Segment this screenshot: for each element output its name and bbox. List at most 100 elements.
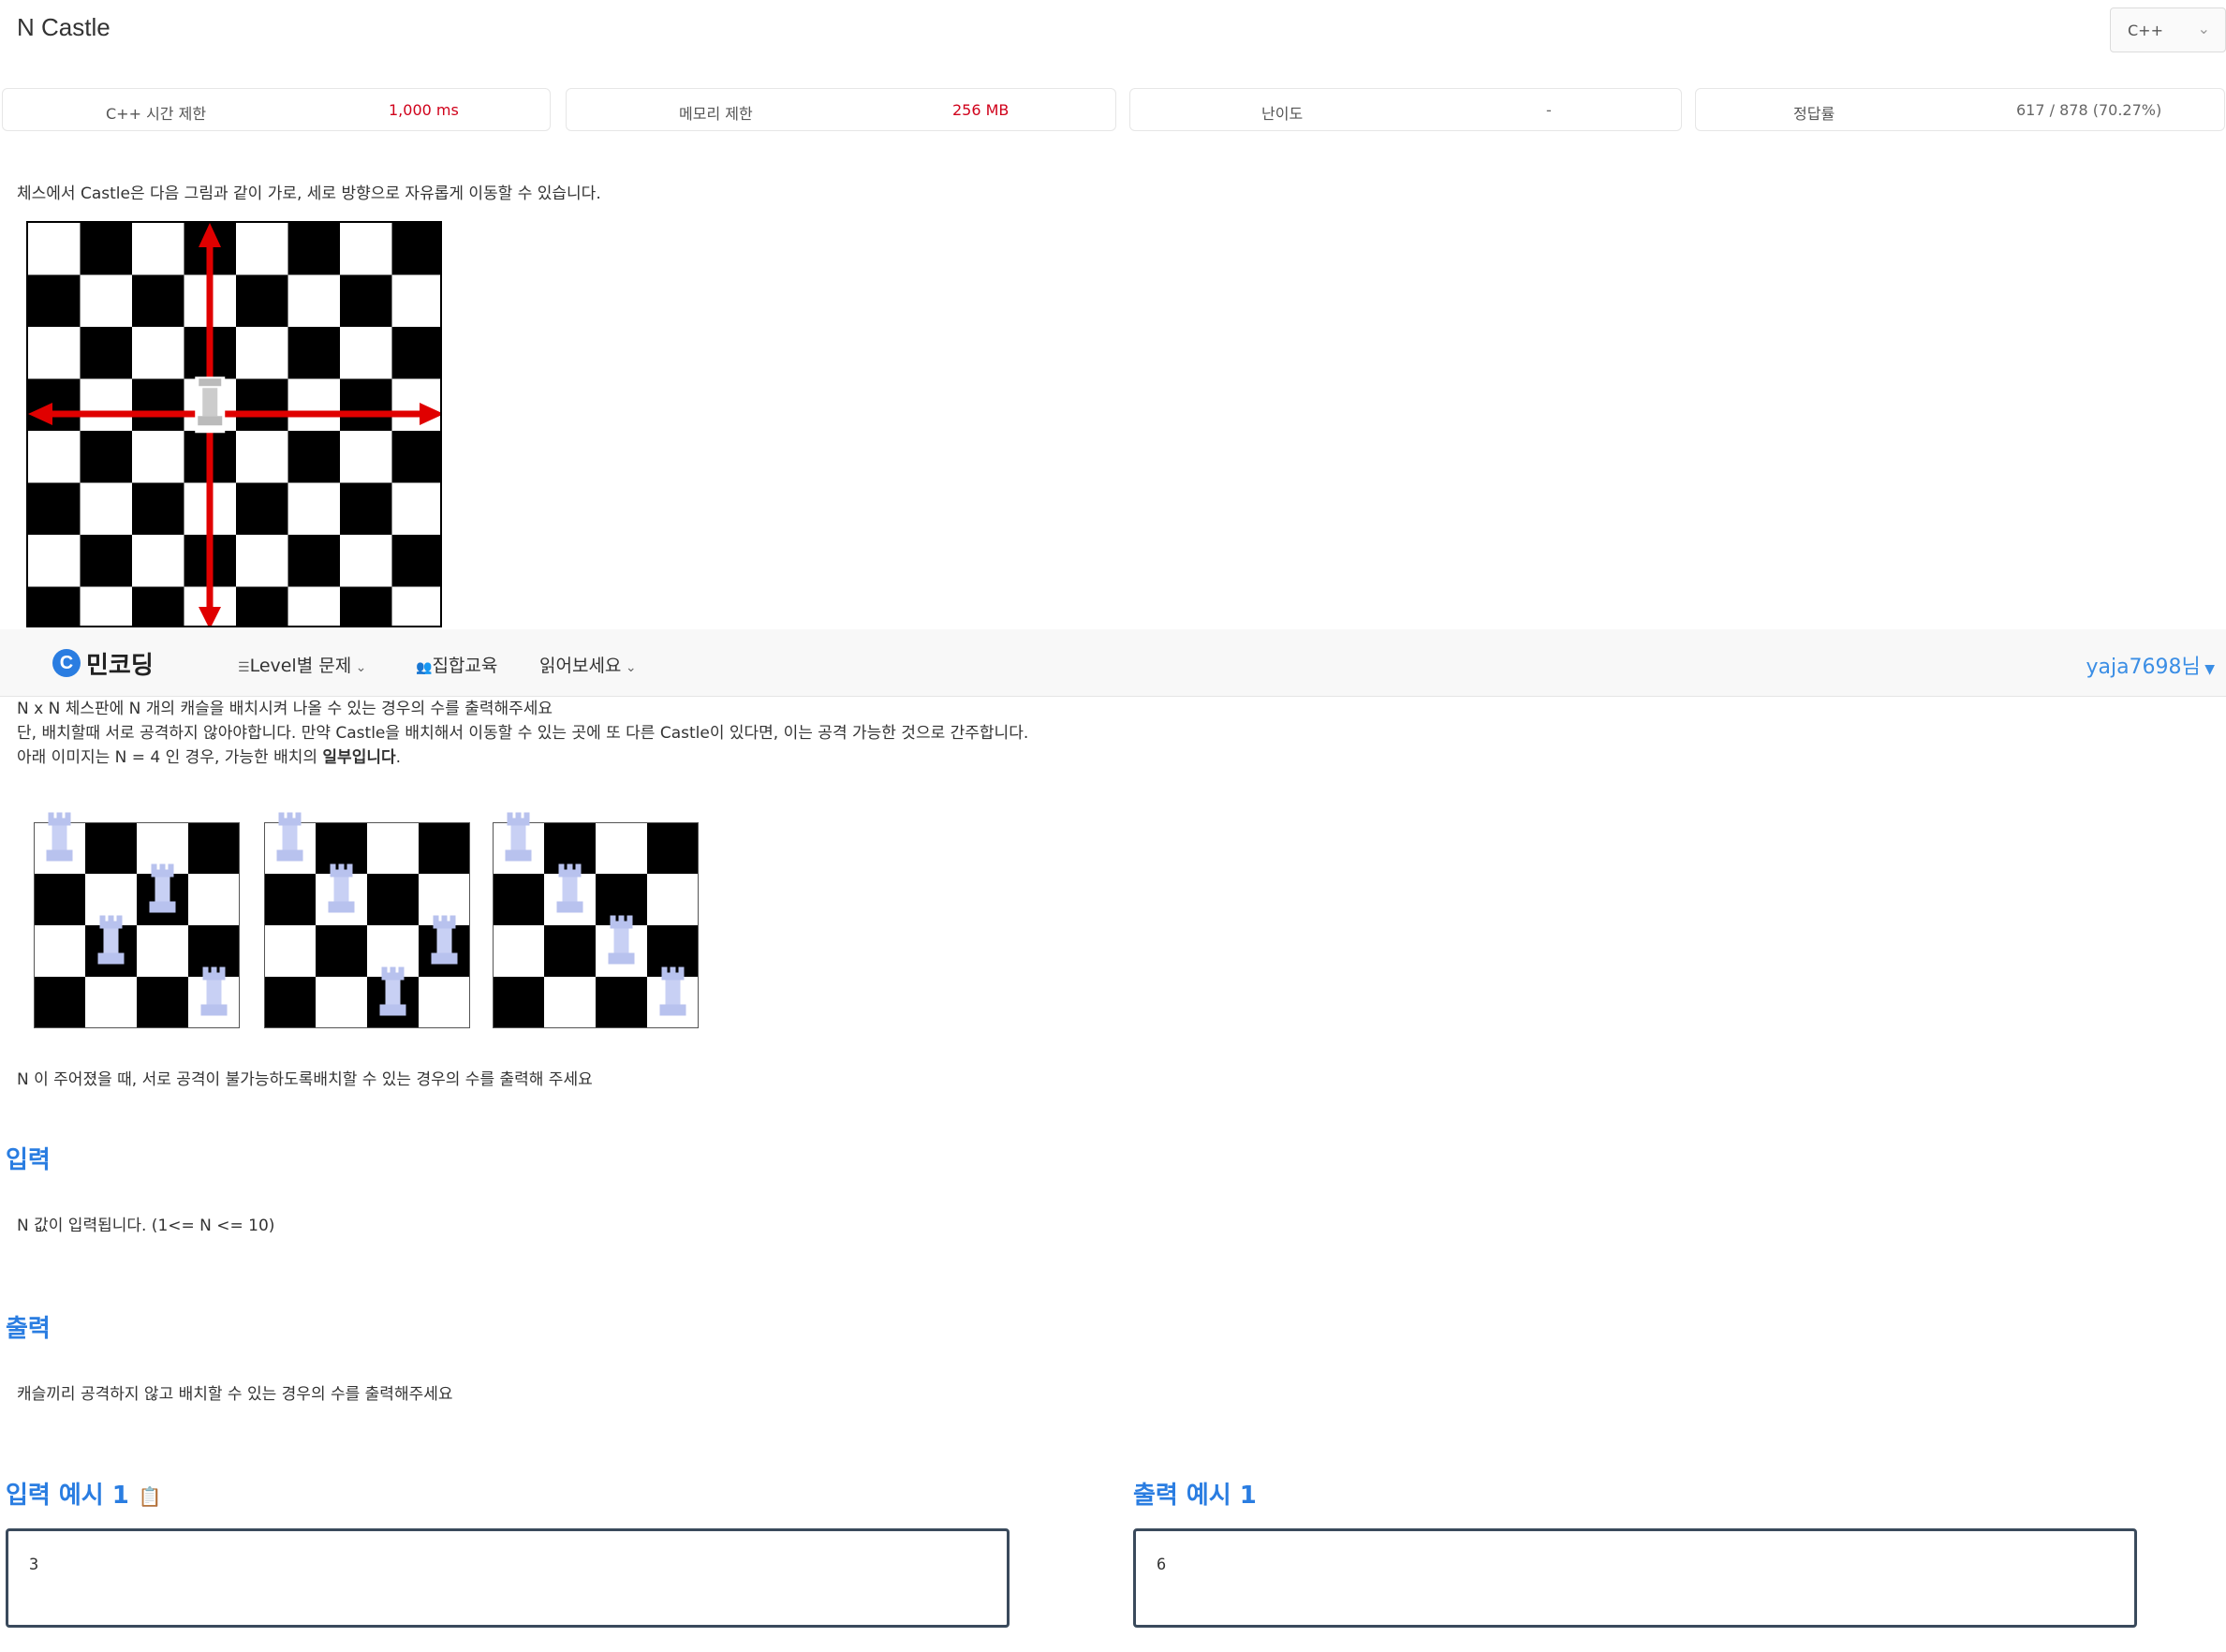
stat-value: 256 MB bbox=[952, 101, 1010, 119]
placement-example-2 bbox=[264, 812, 474, 1032]
board-square bbox=[80, 378, 133, 432]
board-square bbox=[34, 874, 85, 925]
board-square bbox=[236, 327, 288, 379]
board-square bbox=[132, 327, 184, 379]
nav-label: Level별 문제 bbox=[249, 656, 352, 676]
board-square bbox=[28, 378, 81, 432]
problem-line-3-suffix: . bbox=[395, 748, 402, 767]
board-square bbox=[287, 586, 341, 626]
stat-accuracy: 정답률 617 / 878 (70.27%) bbox=[1695, 88, 2225, 131]
board-square bbox=[28, 223, 81, 275]
board-square bbox=[80, 586, 133, 626]
board-square bbox=[391, 535, 440, 587]
board-square bbox=[188, 822, 240, 874]
board-square bbox=[287, 431, 341, 483]
board-square bbox=[80, 327, 133, 379]
board-square bbox=[544, 925, 596, 977]
board-square bbox=[596, 977, 647, 1028]
board-square bbox=[236, 431, 288, 483]
stat-label: C++ 시간 제한 bbox=[106, 105, 207, 123]
input-section-title: 입력 bbox=[6, 1146, 51, 1174]
stat-time-limit: C++ 시간 제한 1,000 ms bbox=[2, 88, 551, 131]
board-square bbox=[236, 535, 288, 587]
board-square bbox=[85, 977, 137, 1028]
board-square bbox=[28, 274, 81, 328]
language-select[interactable]: C++ ⌄ bbox=[2110, 7, 2226, 52]
clipboard-icon[interactable]: 📋 bbox=[139, 1485, 162, 1508]
logo-mark-icon: C bbox=[52, 649, 81, 677]
sample-output-title: 출력 예시 1 bbox=[1133, 1482, 1257, 1510]
board-square bbox=[287, 378, 341, 432]
site-logo[interactable]: C 민코딩 bbox=[52, 648, 154, 680]
board-square bbox=[419, 822, 470, 874]
board-square bbox=[264, 977, 316, 1028]
board-square bbox=[340, 535, 392, 587]
board-square bbox=[188, 874, 240, 925]
board-square bbox=[132, 223, 184, 275]
board-square bbox=[391, 378, 440, 432]
board-square bbox=[647, 822, 699, 874]
board-square bbox=[493, 977, 544, 1028]
board-square bbox=[287, 535, 341, 587]
sample-input-box[interactable]: 3 bbox=[6, 1528, 1010, 1628]
stat-difficulty: 난이도 - bbox=[1129, 88, 1682, 131]
board-square bbox=[391, 223, 440, 275]
stat-memory-limit: 메모리 제한 256 MB bbox=[566, 88, 1116, 131]
board-square bbox=[28, 535, 81, 587]
board-square bbox=[264, 925, 316, 977]
board-square bbox=[391, 431, 440, 483]
problem-summary: N 이 주어졌을 때, 서로 공격이 불가능하도록배치할 수 있는 경우의 수를… bbox=[17, 1070, 593, 1089]
people-icon: 👥 bbox=[416, 660, 433, 675]
sample-output-value: 6 bbox=[1157, 1556, 1167, 1574]
nav-group-education[interactable]: 👥집합교육 bbox=[416, 652, 497, 677]
board-square bbox=[132, 431, 184, 483]
board-square bbox=[391, 586, 440, 626]
board-square bbox=[236, 482, 288, 536]
chevron-down-icon: ⌄ bbox=[2197, 20, 2210, 37]
caret-down-icon: ▼ bbox=[2200, 662, 2215, 677]
nav-read-this[interactable]: 읽어보세요 ⌄ bbox=[539, 652, 637, 677]
placement-example-3 bbox=[493, 812, 702, 1032]
input-section-desc: N 값이 입력됩니다. (1<= N <= 10) bbox=[17, 1217, 275, 1235]
board-square bbox=[647, 874, 699, 925]
nav-label: 집합교육 bbox=[432, 656, 498, 676]
board-square bbox=[544, 977, 596, 1028]
board-square bbox=[287, 482, 341, 536]
board-square bbox=[132, 535, 184, 587]
board-square bbox=[316, 977, 367, 1028]
board-square bbox=[34, 925, 85, 977]
sample-input-label: 입력 예시 1 bbox=[6, 1482, 129, 1510]
board-square bbox=[236, 378, 288, 432]
sample-output-box[interactable]: 6 bbox=[1133, 1528, 2137, 1628]
board-square bbox=[340, 327, 392, 379]
problem-line-1: N x N 체스판에 N 개의 캐슬을 배치시켜 나올 수 있는 경우의 수를 … bbox=[17, 700, 553, 718]
list-icon: ☰ bbox=[238, 660, 250, 675]
board-square bbox=[137, 977, 188, 1028]
board-square bbox=[287, 327, 341, 379]
board-square bbox=[80, 535, 133, 587]
board-square bbox=[28, 586, 81, 626]
page-title: N Castle bbox=[17, 13, 111, 41]
username: yaja7698님 bbox=[2086, 656, 2201, 679]
chessboard bbox=[28, 223, 440, 626]
board-square bbox=[34, 977, 85, 1028]
board-square bbox=[80, 431, 133, 483]
problem-line-3: 아래 이미지는 N = 4 인 경우, 가능한 배치의 일부입니다. bbox=[17, 744, 401, 767]
output-section-desc: 캐슬끼리 공격하지 않고 배치할 수 있는 경우의 수를 출력해주세요 bbox=[17, 1385, 453, 1404]
user-menu[interactable]: yaja7698님 ▼ bbox=[2086, 650, 2215, 680]
board-square bbox=[419, 977, 470, 1028]
board-square bbox=[264, 874, 316, 925]
board-square bbox=[28, 327, 81, 379]
rook-icon bbox=[195, 376, 226, 434]
nav-level-problems[interactable]: ☰Level별 문제 ⌄ bbox=[238, 652, 366, 677]
board-square bbox=[132, 378, 184, 432]
chevron-down-icon: ⌄ bbox=[351, 660, 367, 675]
logo-text: 민코딩 bbox=[86, 651, 154, 680]
board-square bbox=[132, 482, 184, 536]
board-square bbox=[316, 925, 367, 977]
board-square bbox=[493, 874, 544, 925]
sample-input-title: 입력 예시 1 📋 bbox=[6, 1476, 162, 1511]
problem-line-2: 단, 배치할때 서로 공격하지 않아야합니다. 만약 Castle을 배치해서 … bbox=[17, 724, 1029, 743]
board-square bbox=[236, 586, 288, 626]
board-square bbox=[80, 274, 133, 328]
